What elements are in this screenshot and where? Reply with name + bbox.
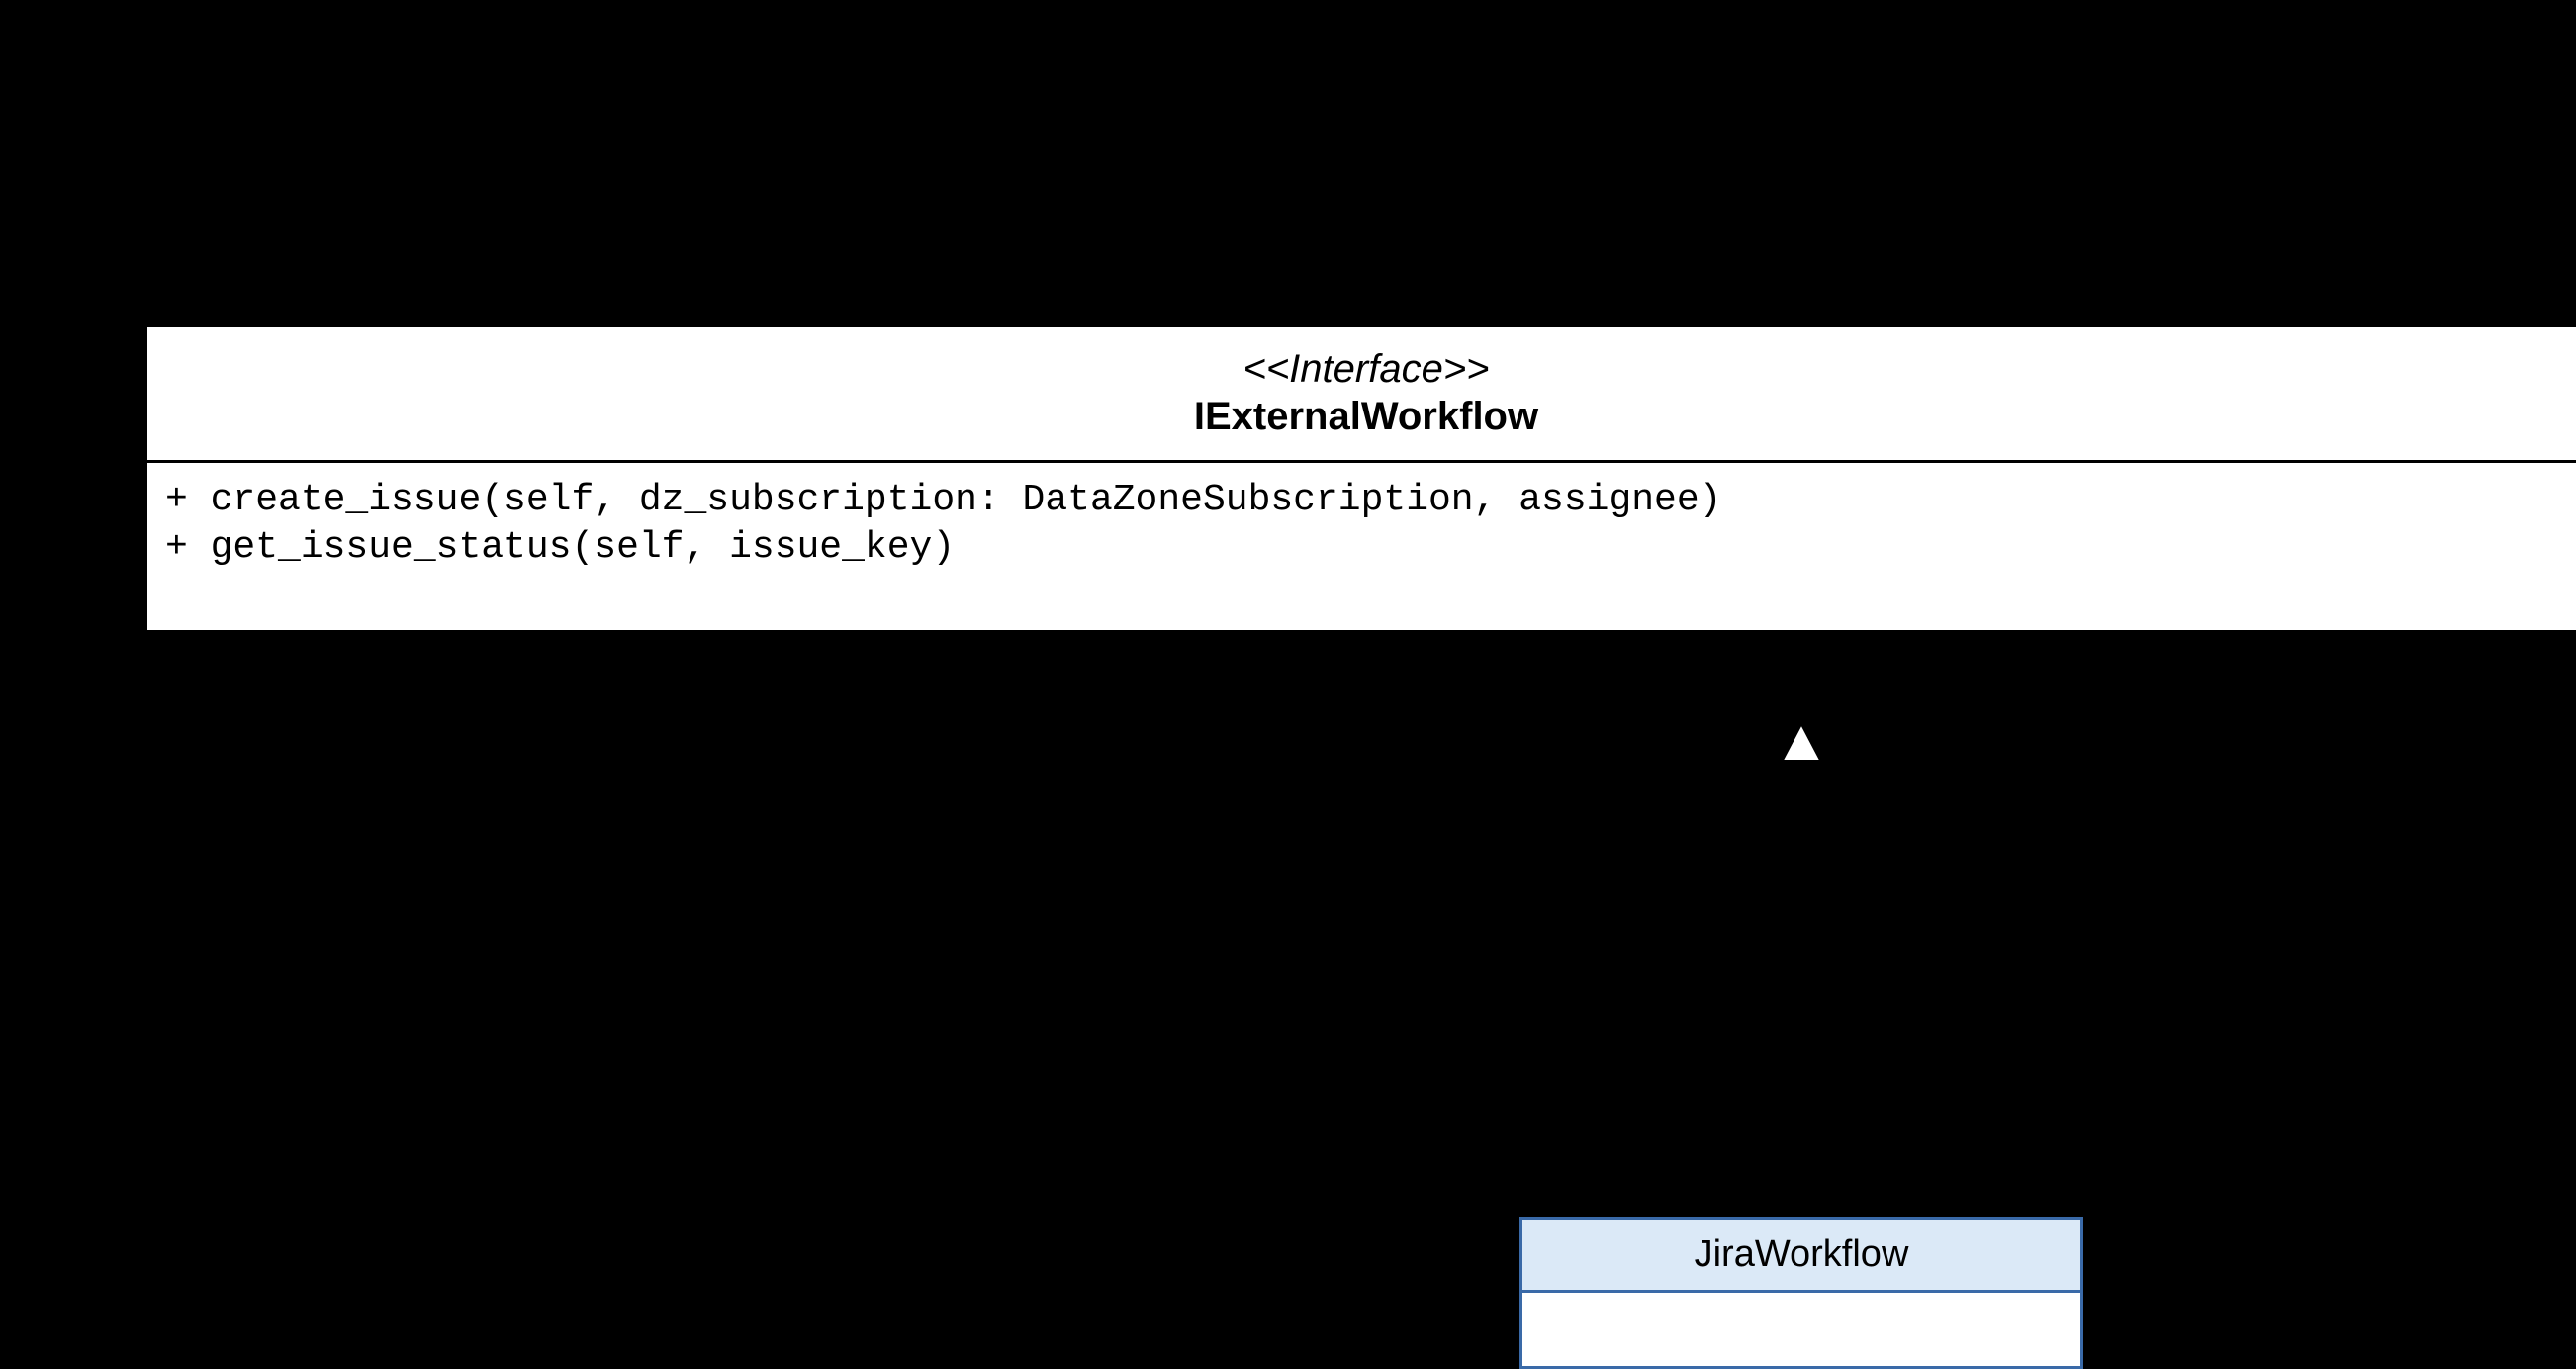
realization-connector [0, 0, 2576, 1318]
